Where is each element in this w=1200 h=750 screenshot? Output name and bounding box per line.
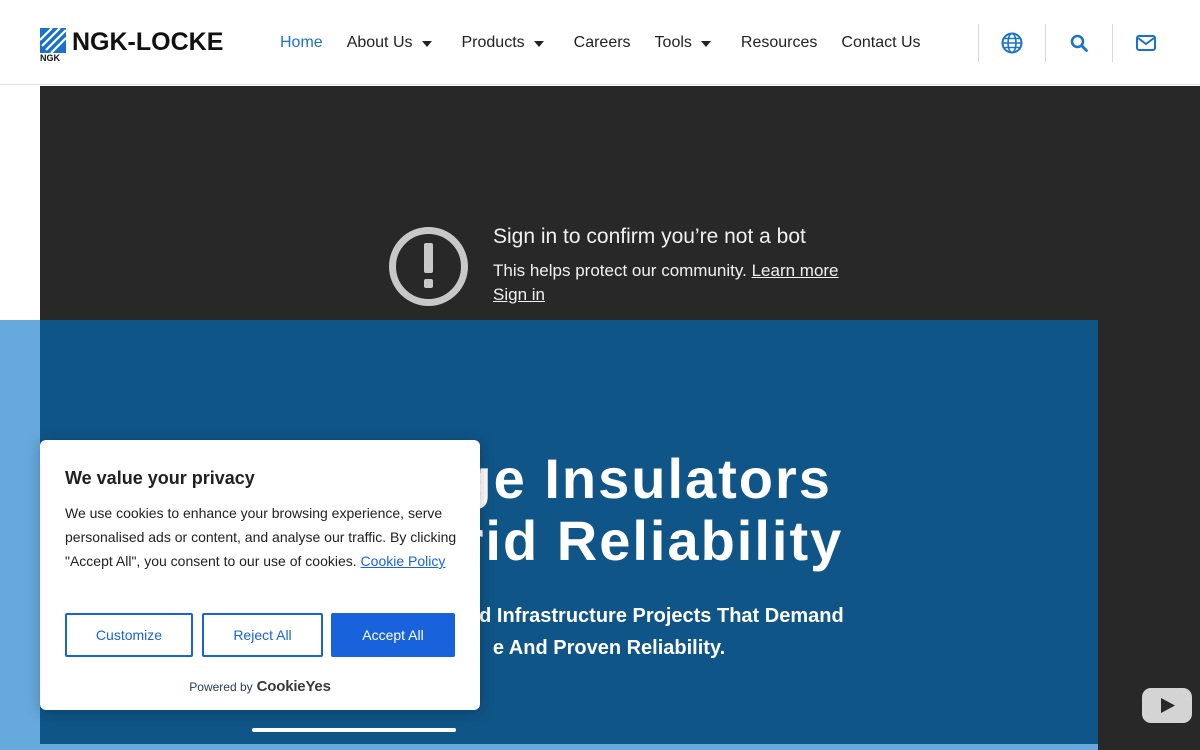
cookie-consent-banner: We value your privacy We use cookies to … [40,440,480,710]
caret-down-icon [533,40,544,47]
learn-more-link[interactable]: Learn more [752,261,839,280]
site-header: NGK NGK-LOCKE Home About Us Products Car… [0,0,1200,85]
cookie-description: We use cookies to enhance your browsing … [65,501,465,573]
logo[interactable]: NGK NGK-LOCKE [40,24,223,62]
caret-down-icon [700,40,711,47]
cookie-title: We value your privacy [65,468,255,488]
nav-products-label: Products [461,33,525,51]
hero-accent-left [0,320,40,750]
cookieyes-logo[interactable]: CookieYes [257,678,331,695]
caret-down-icon [421,40,432,47]
nav-contact-us[interactable]: Contact Us [841,34,920,52]
hero-cta-button[interactable] [252,728,456,732]
customize-button[interactable]: Customize [65,613,193,657]
accept-all-button[interactable]: Accept All [331,613,455,657]
nav-home-label: Home [280,33,323,51]
nav-about-us-label: About Us [346,33,413,51]
nav-resources-label: Resources [740,33,818,51]
warning-icon [388,226,469,307]
cookie-policy-link[interactable]: Cookie Policy [361,553,446,569]
mail-icon[interactable] [1113,24,1179,62]
nav-resources[interactable]: Resources [741,34,817,52]
nav-tools[interactable]: Tools [655,34,711,52]
youtube-play-icon[interactable] [1142,688,1192,723]
nav-tools-label: Tools [654,33,692,51]
hero-accent-bottom [40,744,1098,750]
logo-text: NGK-LOCKE [72,27,224,56]
main-nav: Home About Us Products Careers Tools Res… [280,0,945,85]
logo-mark-icon: NGK [40,24,68,62]
nav-careers-label: Careers [573,33,631,51]
nav-about-us[interactable]: About Us [347,34,432,52]
powered-by: Powered by CookieYes [40,678,480,695]
header-icon-group [978,24,1179,62]
nav-home[interactable]: Home [280,34,323,52]
svg-text:NGK: NGK [40,53,61,62]
sign-in-link[interactable]: Sign in [493,285,545,305]
bot-check-title: Sign in to confirm you’re not a bot [493,225,806,248]
powered-by-label: Powered by [189,680,253,694]
bot-check-text: This helps protect our community. Learn … [493,261,839,281]
nav-products[interactable]: Products [462,34,544,52]
nav-contact-us-label: Contact Us [841,33,921,51]
nav-careers[interactable]: Careers [574,34,631,52]
search-icon[interactable] [1046,24,1112,62]
globe-icon[interactable] [979,24,1045,62]
reject-all-button[interactable]: Reject All [202,613,323,657]
bot-check-message: This helps protect our community. [493,261,747,280]
